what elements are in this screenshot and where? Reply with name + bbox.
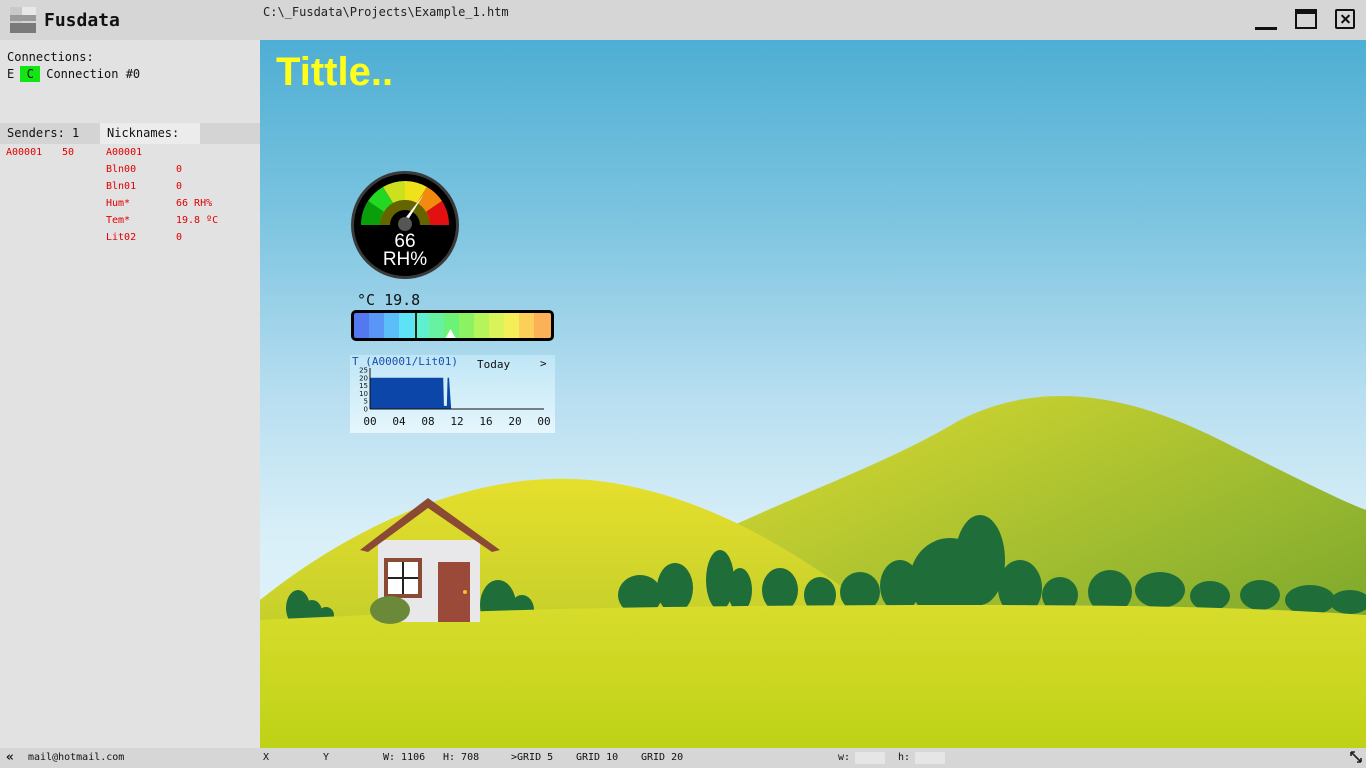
sender-row[interactable]: A00001 50 [6,147,74,158]
sender-id: A00001 [6,147,43,158]
width-label: w: [838,752,851,763]
title-bar: Fusdata C:\_Fusdata\Projects\Example_1.h… [0,0,1366,40]
file-path: C:\_Fusdata\Projects\Example_1.htm [263,5,509,19]
tab-nicknames[interactable]: Nicknames: [100,123,200,144]
gauge-unit: RH% [382,249,428,270]
nickname-name: Hum* [106,198,131,209]
canvas-title[interactable]: Tittle.. [276,50,393,95]
nickname-name: Tem* [106,215,131,226]
history-chart[interactable]: 25 20 15 10 5 0 00 04 08 12 16 20 00 T (A00001/Lit01… [350,355,555,433]
connection-connect-button[interactable]: C [20,66,41,82]
history-chart-next-button[interactable]: > [540,357,547,370]
nickname-value: 19.8 ºC [176,215,219,226]
width-input[interactable] [855,752,885,764]
cursor-y-label: Y [323,752,330,763]
nickname-value: 0 [176,181,183,192]
history-y-tick: 20 [359,374,368,382]
history-x-tick: 16 [479,415,492,428]
colorbar-scale [354,313,551,338]
canvas-height: H: 708 [443,752,480,763]
temperature-colorbar[interactable] [351,310,554,341]
history-x-tick: 20 [508,415,521,428]
nickname-value: 0 [176,164,183,175]
nickname-row[interactable]: Bln00 0 [106,164,182,175]
app-logo-icon [10,7,36,33]
maximize-icon[interactable] [1295,9,1317,29]
nickname-value: 66 RH% [176,198,213,209]
status-bar: « mail@hotmail.com X Y W: 1106 H: 708 >G… [0,748,1366,768]
connection-edit-button[interactable]: E [7,67,14,81]
humidity-gauge[interactable]: 66 RH% [350,170,460,280]
height-label: h: [898,752,911,763]
temperature-value: 19.8 [384,291,421,309]
history-x-tick: 00 [537,415,550,428]
nickname-name: A00001 [106,147,143,158]
canvas-width: W: 1106 [383,752,426,763]
nickname-value: 0 [176,232,183,243]
close-icon[interactable] [1335,9,1355,29]
minimize-icon[interactable] [1255,8,1277,30]
nickname-row[interactable]: Bln01 0 [106,181,182,192]
design-canvas[interactable]: Tittle.. 66 RH% °C 19.8 25 20 15 10 5 0 … [260,40,1366,748]
connection-name[interactable]: Connection #0 [46,67,140,81]
connection-row[interactable]: E C Connection #0 [7,66,140,82]
grid-10-button[interactable]: GRID 10 [576,752,618,763]
resize-icon[interactable] [1349,750,1363,764]
nickname-name: Lit02 [106,232,137,243]
history-x-tick: 12 [450,415,463,428]
nickname-row[interactable]: Lit02 0 [106,232,182,243]
nickname-row[interactable]: A00001 [106,147,176,158]
history-x-tick: 04 [392,415,406,428]
user-email: mail@hotmail.com [28,752,125,763]
history-y-tick: 10 [359,390,368,398]
sender-value: 50 [62,147,75,158]
sender-tabs: Senders: 1 Nicknames: [0,123,260,144]
temperature-unit: °C [357,291,376,309]
left-panel: Connections: E C Connection #0 Senders: … [0,40,260,748]
history-y-tick: 5 [364,398,368,406]
history-x-tick: 00 [363,415,376,428]
history-y-tick: 0 [364,406,368,414]
history-chart-period[interactable]: Today [477,358,510,371]
grid-20-button[interactable]: GRID 20 [641,752,683,763]
history-x-tick: 08 [421,415,434,428]
tab-senders[interactable]: Senders: 1 [0,123,100,144]
history-y-tick: 15 [359,382,368,390]
cursor-x-label: X [263,752,270,763]
grid-5-button[interactable]: >GRID 5 [511,752,553,763]
height-input[interactable] [915,752,945,764]
history-area [370,377,452,409]
nickname-name: Bln00 [106,164,137,175]
history-chart-title: T (A00001/Lit01) [352,355,458,368]
nickname-name: Bln01 [106,181,137,192]
collapse-panel-icon[interactable]: « [6,750,14,765]
app-name: Fusdata [44,10,120,31]
nickname-row[interactable]: Hum* 66 RH% [106,198,212,209]
temperature-label: °C 19.8 [357,291,420,309]
connections-label: Connections: [7,50,94,64]
nickname-row[interactable]: Tem* 19.8 ºC [106,215,218,226]
